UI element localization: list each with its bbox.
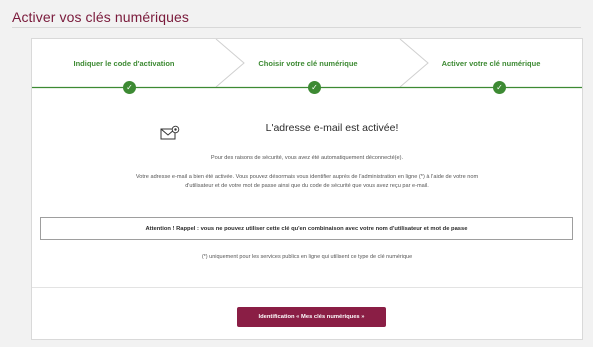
step-choose-digital-key: Choisir votre clé numérique (258, 58, 358, 68)
warning-box: Attention ! Rappel : vous ne pouvez util… (40, 217, 573, 240)
step-activate-digital-key: Activer votre clé numérique (441, 58, 541, 68)
check-icon: ✓ (123, 81, 136, 94)
progress-steps: Indiquer le code d'activation Choisir vo… (32, 39, 582, 94)
success-headline: L'adresse e-mail est activée! (32, 122, 582, 134)
footnote: (*) uniquement pour les services publics… (201, 254, 413, 260)
check-icon: ✓ (493, 81, 506, 94)
step-enter-activation-code: Indiquer le code d'activation (73, 58, 175, 68)
headline-text: L'adresse e-mail est activée! (265, 122, 399, 134)
divider (32, 287, 582, 288)
activation-card: Indiquer le code d'activation Choisir vo… (31, 38, 583, 340)
page-title: Activer vos clés numériques (12, 9, 189, 25)
title-divider (12, 27, 581, 28)
check-icon: ✓ (308, 81, 321, 94)
logout-notice: Pour des raisons de sécurité, vous avez … (210, 155, 404, 161)
identification-button[interactable]: Identification « Mes clés numériques » (237, 307, 386, 327)
warning-text: Attention ! Rappel : vous ne pouvez util… (145, 225, 468, 232)
activation-text: Votre adresse e-mail a bien été activée.… (135, 174, 479, 189)
